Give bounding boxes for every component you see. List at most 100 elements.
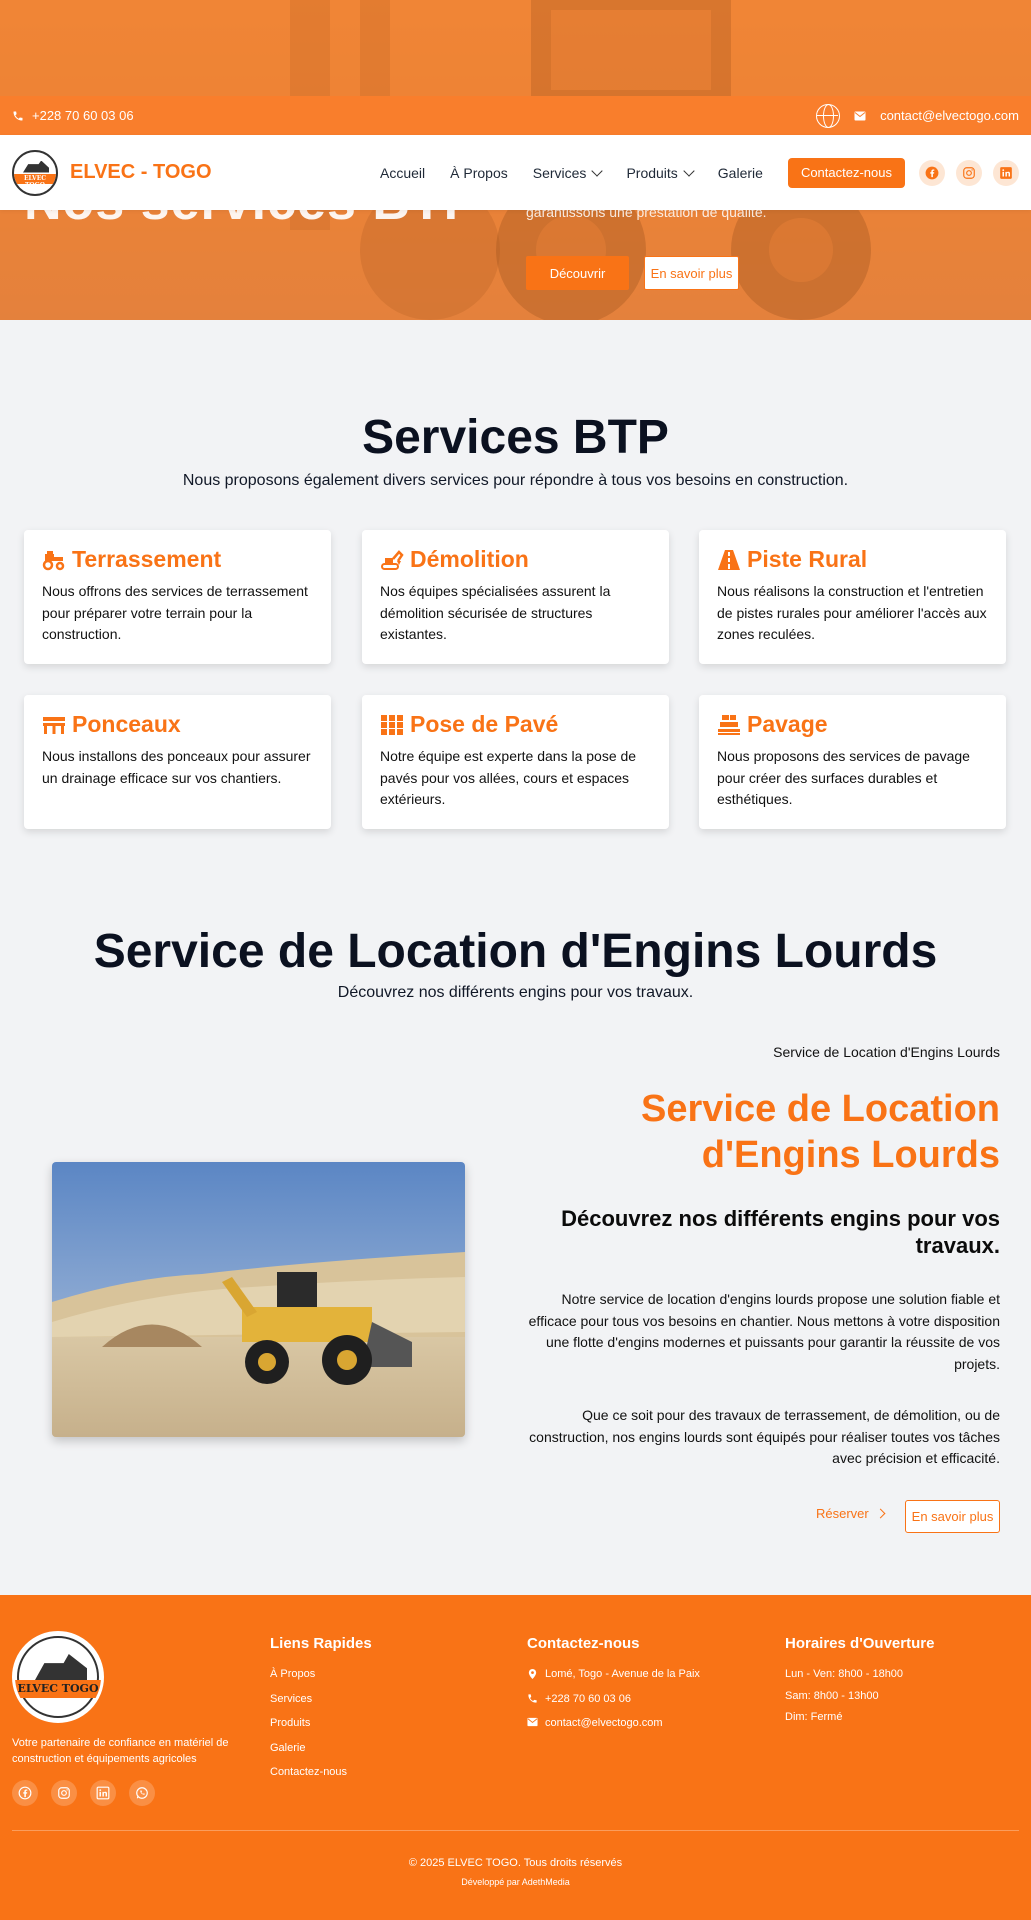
nav-dropdown-services[interactable]: Services [532, 164, 604, 181]
card-title: Pose de Pavé [410, 711, 559, 737]
footer-contact-title: Contactez-nous [527, 1635, 640, 1652]
site-footer: ELVEC TOGO Votre partenaire de confiance… [0, 1595, 1031, 1920]
chevron-down-icon [683, 164, 695, 177]
card-title: Ponceaux [72, 711, 181, 737]
nav-link-accueil[interactable]: Accueil [380, 165, 425, 181]
card-title: Démolition [410, 546, 529, 572]
location-subtitle: Découvrez nos différents engins pour vos… [337, 984, 694, 1001]
chevron-right-icon [875, 1508, 886, 1519]
topbar-phone[interactable]: +228 70 60 03 06 [12, 108, 134, 123]
nav-produits-label: Produits [626, 164, 678, 181]
nav-link-a-propos[interactable]: À Propos [450, 165, 508, 181]
location-title: Service de Location d'Engins Lourds [93, 925, 938, 978]
service-card-pavage[interactable]: Pavage Nous proposons des services de pa… [699, 695, 1006, 829]
footer-link-galerie[interactable]: Galerie [270, 1742, 347, 1767]
mail-icon [527, 1717, 538, 1727]
service-card-terrassement[interactable]: Terrassement Nous offrons des services d… [24, 530, 331, 664]
footer-phone[interactable]: +228 70 60 03 06 [527, 1693, 700, 1718]
card-title: Pavage [747, 711, 828, 737]
contact-button[interactable]: Contactez-nous [787, 157, 905, 188]
nav-services-label: Services [532, 164, 587, 181]
footer-email-text: contact@elvectogo.com [545, 1717, 663, 1729]
phone-icon [528, 1693, 537, 1703]
card-text: Nous installons des ponceaux pour assure… [42, 748, 311, 786]
service-card-demolition[interactable]: Démolition Nos équipes spécialisées assu… [362, 530, 669, 664]
footer-hours-list: Lun - Ven: 8h00 - 18h00 Sam: 8h00 - 13h0… [785, 1668, 903, 1733]
linkedin-icon[interactable] [993, 159, 1019, 186]
footer-address: Lomé, Togo - Avenue de la Paix [527, 1668, 700, 1693]
nav-social-links [919, 159, 1019, 186]
footer-hours-title: Horaires d'Ouverture [785, 1635, 935, 1652]
discover-button[interactable]: Découvrir [526, 256, 629, 290]
card-title: Terrassement [72, 546, 222, 572]
card-text: Nous réalisons la construction et l'entr… [717, 583, 987, 642]
main-navbar: ELVEC TOGO ELVEC - TOGO Accueil À Propos… [0, 135, 1031, 210]
bridge-icon [43, 716, 65, 734]
tractor-icon [42, 550, 65, 570]
linkedin-icon[interactable] [90, 1780, 116, 1806]
reserve-label: Réserver [816, 1506, 869, 1521]
footer-copyright: © 2025 ELVEC TOGO. Tous droits réservés [408, 1857, 623, 1869]
services-subtitle: Nous proposons également divers services… [182, 472, 849, 489]
facebook-icon[interactable] [919, 159, 945, 186]
service-card-ponceaux[interactable]: Ponceaux Nous installons des ponceaux po… [24, 695, 331, 829]
paving-icon [718, 714, 740, 735]
nav-dropdown-produits[interactable]: Produits [626, 164, 695, 181]
hours-sunday: Dim: Fermé [785, 1711, 843, 1723]
whatsapp-icon[interactable] [129, 1780, 155, 1806]
card-text: Nos équipes spécialisées assurent la dém… [380, 583, 611, 642]
hero-learn-more-button[interactable]: En savoir plus [644, 256, 739, 290]
footer-social-links [12, 1780, 155, 1806]
road-icon [718, 549, 740, 570]
location-eyebrow: Service de Location d'Engins Lourds [773, 1044, 1000, 1060]
card-title: Piste Rural [747, 546, 868, 572]
mail-icon [854, 111, 866, 120]
footer-tagline: Votre partenaire de confiance en matérie… [12, 1737, 229, 1765]
card-text: Nous proposons des services de pavage po… [717, 748, 970, 807]
service-card-pose-de-pave[interactable]: Pose de Pavé Notre équipe est experte da… [362, 695, 669, 829]
excavator-icon [381, 549, 404, 570]
footer-developer-credit[interactable]: Développé par AdethMedia [0, 1877, 1031, 1887]
instagram-icon[interactable] [51, 1780, 77, 1806]
service-card-piste-rural[interactable]: Piste Rural Nous réalisons la constructi… [699, 530, 1006, 664]
card-text: Notre équipe est experte dans la pose de… [380, 748, 637, 807]
chevron-down-icon [591, 164, 604, 177]
logo-text: ELVEC TOGO [23, 174, 47, 189]
language-globe-icon[interactable] [816, 103, 841, 128]
location-paragraph-2: Que ce soit pour des travaux de terrasse… [529, 1407, 1000, 1466]
brand-logo[interactable]: ELVEC TOGO [12, 149, 58, 196]
footer-contact-list: Lomé, Togo - Avenue de la Paix +228 70 6… [527, 1668, 700, 1742]
location-big-title: Service de Location d'Engins Lourds [640, 1088, 1000, 1176]
location-heading: Découvrez nos différents engins pour vos… [561, 1206, 1000, 1258]
facebook-icon[interactable] [12, 1780, 38, 1806]
grid-icon [381, 714, 403, 735]
instagram-icon[interactable] [956, 159, 982, 186]
footer-link-contact[interactable]: Contactez-nous [270, 1766, 347, 1791]
location-learn-more-button[interactable]: En savoir plus [905, 1500, 1000, 1533]
nav-link-galerie[interactable]: Galerie [718, 165, 763, 181]
reserve-link[interactable]: Réserver [816, 1506, 886, 1521]
services-title: Services BTP [362, 411, 669, 464]
footer-phone-text: +228 70 60 03 06 [545, 1692, 631, 1705]
backhoe-loader-photo [52, 1162, 465, 1437]
topbar-phone-text: +228 70 60 03 06 [32, 108, 134, 123]
brand-name[interactable]: ELVEC - TOGO [70, 161, 212, 184]
location-paragraph-1: Notre service de location d'engins lourd… [528, 1291, 1000, 1372]
footer-link-a-propos[interactable]: À Propos [270, 1668, 347, 1693]
hours-saturday: Sam: 8h00 - 13h00 [785, 1689, 879, 1702]
footer-link-services[interactable]: Services [270, 1693, 347, 1718]
phone-icon [13, 111, 23, 120]
footer-address-text: Lomé, Togo - Avenue de la Paix [545, 1668, 700, 1680]
map-pin-icon [528, 1668, 537, 1680]
footer-logo[interactable]: ELVEC TOGO [12, 1631, 104, 1723]
footer-divider [12, 1830, 1019, 1831]
nav-links: Accueil À Propos Services Produits Galer… [380, 157, 905, 188]
footer-link-produits[interactable]: Produits [270, 1717, 347, 1742]
topbar-email[interactable]: contact@elvectogo.com [880, 108, 1019, 123]
footer-quick-links-title: Liens Rapides [270, 1635, 372, 1652]
card-text: Nous offrons des services de terrassemen… [42, 583, 308, 642]
footer-email[interactable]: contact@elvectogo.com [527, 1717, 700, 1742]
footer-logo-text: ELVEC TOGO [17, 1682, 99, 1695]
contact-topbar: +228 70 60 03 06 contact@elvectogo.com [0, 96, 1031, 135]
logo-excavator-icon [23, 160, 49, 173]
